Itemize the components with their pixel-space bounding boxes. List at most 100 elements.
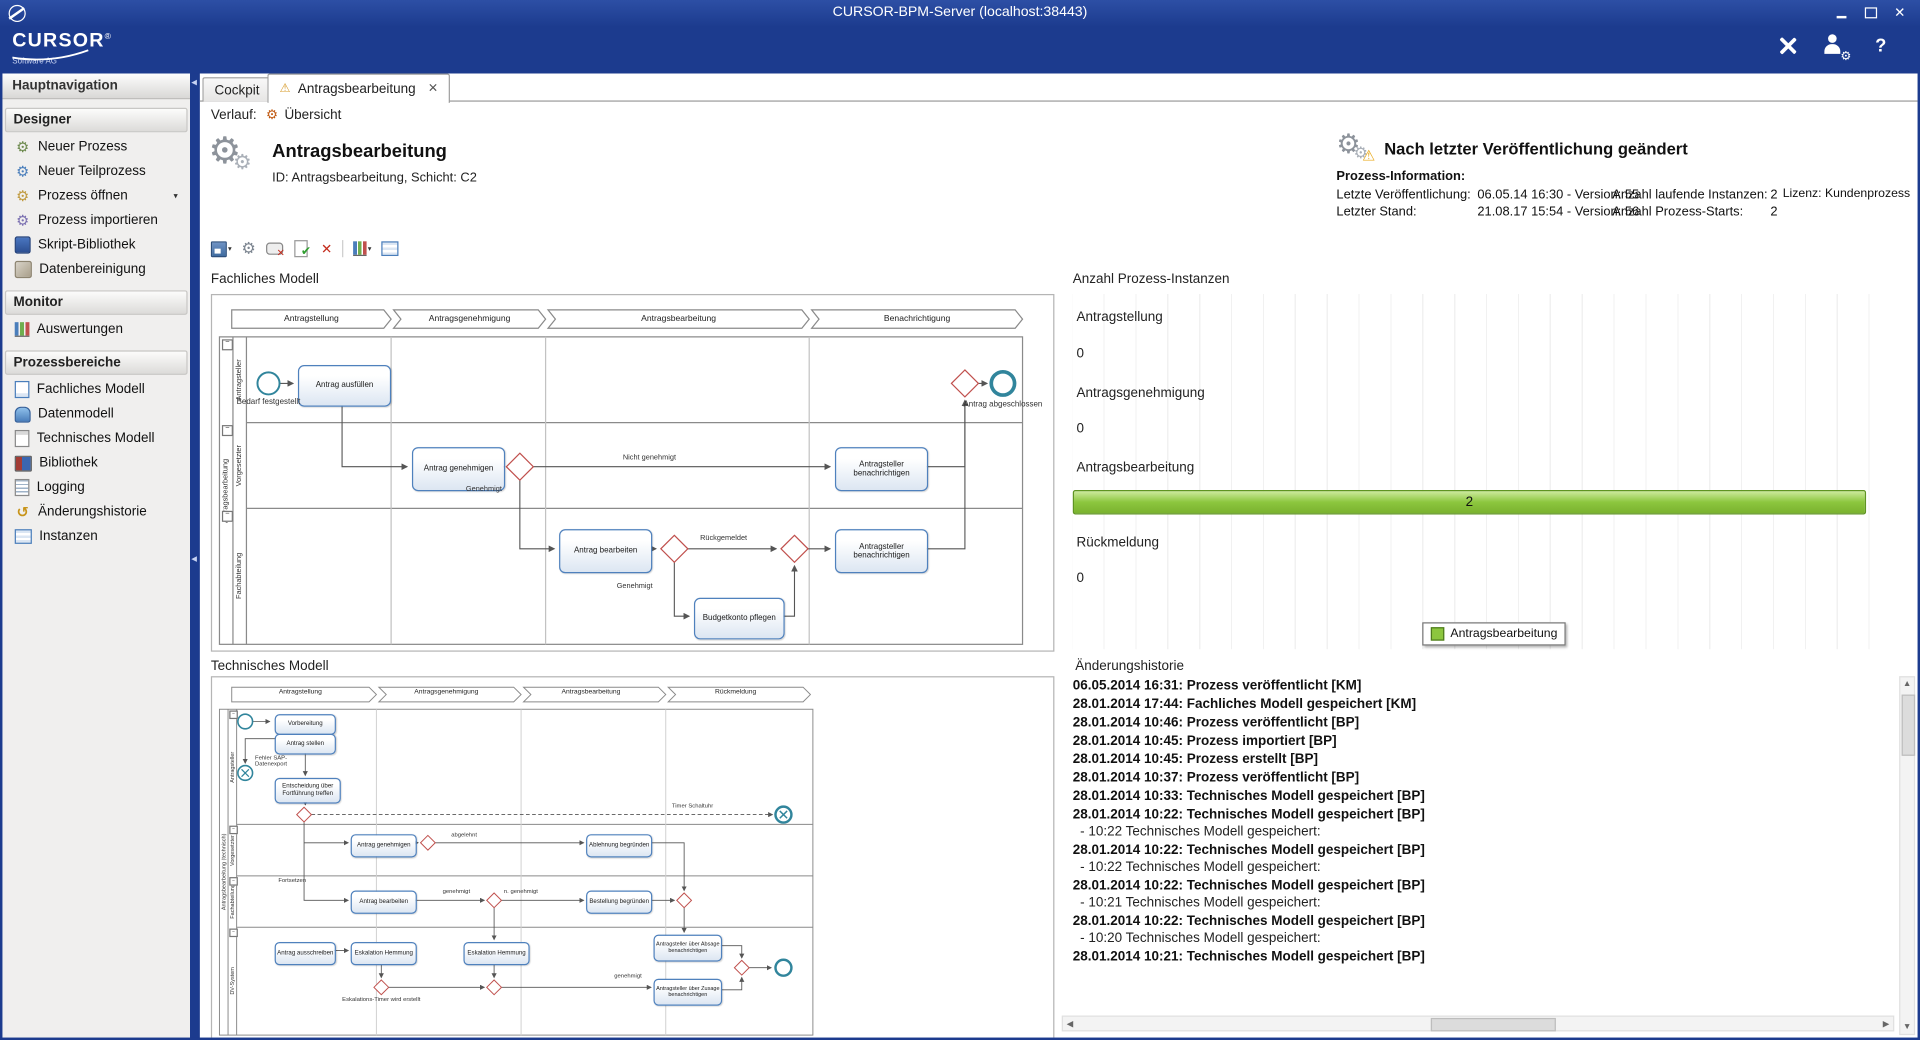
admin-tools-icon[interactable] [1775, 34, 1800, 58]
bar-antragsbearbeitung: 2 [1073, 490, 1866, 514]
save-icon [211, 241, 227, 257]
export-table-button[interactable] [381, 239, 398, 259]
title-bar: CURSOR-BPM-Server (localhost:38443) ✕ [0, 0, 1920, 27]
history-entry: 28.01.2014 10:33: Technisches Modell ges… [1073, 789, 1897, 804]
breadcrumb-label: Verlauf: [211, 108, 257, 123]
sidebar-item-label: Prozess öffnen [38, 189, 128, 204]
data-model-icon [15, 406, 31, 422]
scroll-up-icon[interactable]: ▲ [1903, 680, 1912, 689]
collapse-sidebar-icon[interactable]: ◀ [191, 555, 197, 564]
sidebar-item-neuer-teilprozess[interactable]: ⚙ Neuer Teilprozess [2, 159, 190, 183]
bpmn-task: Antragsteller über Zusage benachrichtige… [653, 979, 722, 1006]
sidebar-item-label: Fachliches Modell [37, 382, 145, 397]
sidebar-item-aenderungshistorie[interactable]: ↺ Änderungshistorie [2, 500, 190, 524]
save-menu-button[interactable]: ▾ [211, 239, 232, 259]
validate-button[interactable]: ✔ [295, 239, 311, 259]
info-label: Letzter Stand: [1336, 205, 1416, 220]
sidebar-item-fachliches-modell[interactable]: Fachliches Modell [2, 377, 190, 401]
legend-label: Antragsbearbeitung [1450, 627, 1557, 640]
chart-category-label: Rückmeldung [1076, 535, 1158, 550]
settings-button[interactable]: ⚙ [242, 239, 256, 259]
business-model-icon [15, 381, 30, 398]
toolbar-separator [342, 240, 343, 257]
history-section-title: Änderungshistorie [1075, 659, 1184, 674]
bpmn-task: Entscheidung über Fortführung treffen [275, 778, 341, 804]
sidebar-item-skript-bibliothek[interactable]: Skript-Bibliothek [2, 233, 190, 257]
sidebar-item-logging[interactable]: Logging [2, 475, 190, 499]
collapse-lane-icon[interactable]: − [222, 425, 233, 436]
sidebar-item-label: Datenmodell [38, 407, 114, 422]
scroll-down-icon[interactable]: ▼ [1903, 1023, 1912, 1032]
close-button[interactable]: ✕ [1887, 4, 1913, 22]
technical-model-section-title: Technisches Modell [211, 659, 329, 674]
sidebar-item-bibliothek[interactable]: Bibliothek [2, 451, 190, 475]
history-entry: 28.01.2014 10:22: Technisches Modell ges… [1073, 914, 1897, 929]
history-entry: 28.01.2014 10:45: Prozess importiert [BP… [1073, 734, 1897, 749]
bpmn-task: Ablehnung begründen [586, 834, 652, 857]
caret-down-icon: ▾ [228, 244, 232, 253]
status-warning-icon: ⚠ [1362, 147, 1375, 164]
sidebar-item-prozess-oeffnen[interactable]: ⚙ Prozess öffnen ▾ [2, 184, 190, 208]
chevron-down-icon[interactable]: ▾ [173, 191, 177, 201]
delete-button[interactable]: ✕ [321, 239, 332, 259]
collapse-lane-icon[interactable]: − [222, 339, 233, 350]
info-license: Lizenz: Kundenprozess [1783, 187, 1910, 200]
phase-label: Antragsgenehmigung [379, 688, 514, 695]
unlink-button[interactable]: ✕ [266, 239, 285, 259]
section-prozessbereiche[interactable]: Prozessbereiche [5, 350, 188, 374]
vertical-scrollbar[interactable]: ▲ ▼ [1899, 676, 1915, 1035]
chart-legend: Antragsbearbeitung [1422, 622, 1566, 645]
sidebar-item-datenmodell[interactable]: Datenmodell [2, 402, 190, 426]
collapse-sidebar-icon[interactable]: ◀ [191, 78, 197, 87]
bpmn-task-antrag-bearbeiten: Antrag bearbeiten [559, 529, 652, 573]
collapse-lane-icon[interactable]: − [229, 929, 238, 938]
instances-section-title: Anzahl Prozess-Instanzen [1073, 272, 1230, 287]
process-toolbar: ▾ ⚙ ✕ ✔ ✕ ▾ [211, 238, 399, 260]
sidebar-item-neuer-prozess[interactable]: ⚙ Neuer Prozess [2, 135, 190, 159]
scrollbar-thumb[interactable] [1902, 695, 1915, 756]
maximize-button[interactable] [1857, 4, 1883, 22]
pool-label: Antragsbearbeitung (technisch) [219, 709, 228, 1035]
library-icon [15, 455, 32, 471]
sidebar-splitter[interactable]: ◀ ◀ [190, 73, 200, 1037]
user-settings-icon[interactable]: ⚙ [1822, 34, 1847, 58]
help-icon[interactable]: ? [1869, 34, 1894, 58]
collapse-lane-icon[interactable]: − [229, 826, 238, 835]
start-event-label: Bedarf festgestellt [224, 398, 312, 407]
sidebar-item-datenbereinigung[interactable]: Datenbereinigung [2, 257, 190, 281]
sidebar-item-prozess-importieren[interactable]: ⚙ Prozess importieren [2, 208, 190, 232]
collapse-lane-icon[interactable]: − [222, 511, 233, 522]
import-process-icon: ⚙ [15, 213, 31, 229]
scrollbar-thumb[interactable] [1431, 1018, 1556, 1031]
tab-antragsbearbeitung[interactable]: ⚠ Antragsbearbeitung ✕ [267, 73, 450, 102]
tab-label: Antragsbearbeitung [298, 81, 416, 96]
collapse-lane-icon[interactable]: − [229, 877, 238, 886]
sidebar-item-auswertungen[interactable]: Auswertungen [2, 317, 190, 341]
sidebar-item-technisches-modell[interactable]: Technisches Modell [2, 426, 190, 450]
bpmn-task-benachrichtigen: Antragsteller benachrichtigen [835, 529, 928, 573]
breadcrumb-current[interactable]: Übersicht [284, 108, 341, 123]
section-designer[interactable]: Designer [5, 108, 188, 132]
scroll-right-icon[interactable]: ▶ [1883, 1019, 1890, 1029]
main-navigation-sidebar: Hauptnavigation Designer ⚙ Neuer Prozess… [2, 73, 190, 1037]
application-window: CURSOR-BPM-Server (localhost:38443) ✕ CU… [0, 0, 1920, 1040]
business-model-diagram[interactable]: Antragstellung Antragsgenehmigung Antrag… [211, 294, 1055, 652]
process-info-heading: Prozess-Information: [1336, 169, 1465, 184]
scroll-left-icon[interactable]: ◀ [1067, 1019, 1074, 1029]
section-monitor[interactable]: Monitor [5, 290, 188, 314]
chart-menu-button[interactable]: ▾ [353, 239, 371, 259]
tab-cockpit[interactable]: Cockpit [202, 77, 272, 101]
technical-model-diagram[interactable]: Antragstellung Antragsgenehmigung Antrag… [211, 676, 1055, 1037]
minimize-button[interactable] [1828, 4, 1854, 22]
flow-label: abgelehnt [451, 833, 477, 839]
horizontal-scrollbar[interactable]: ◀ ▶ [1062, 1016, 1894, 1032]
remove-link-icon: ✕ [277, 247, 285, 258]
sidebar-item-instanzen[interactable]: Instanzen [2, 524, 190, 548]
page-subtitle: ID: Antragsbearbeitung, Schicht: C2 [272, 170, 477, 185]
process-instances-chart: Antragstellung 0 Antragsgenehmigung 0 An… [1073, 294, 1894, 649]
lane-label: Antragsteller [233, 337, 246, 423]
tab-close-icon[interactable]: ✕ [428, 82, 438, 95]
data-cleanup-icon [15, 261, 32, 278]
lane-label: Vorgesetzter [233, 423, 246, 509]
collapse-lane-icon[interactable]: − [229, 710, 238, 719]
